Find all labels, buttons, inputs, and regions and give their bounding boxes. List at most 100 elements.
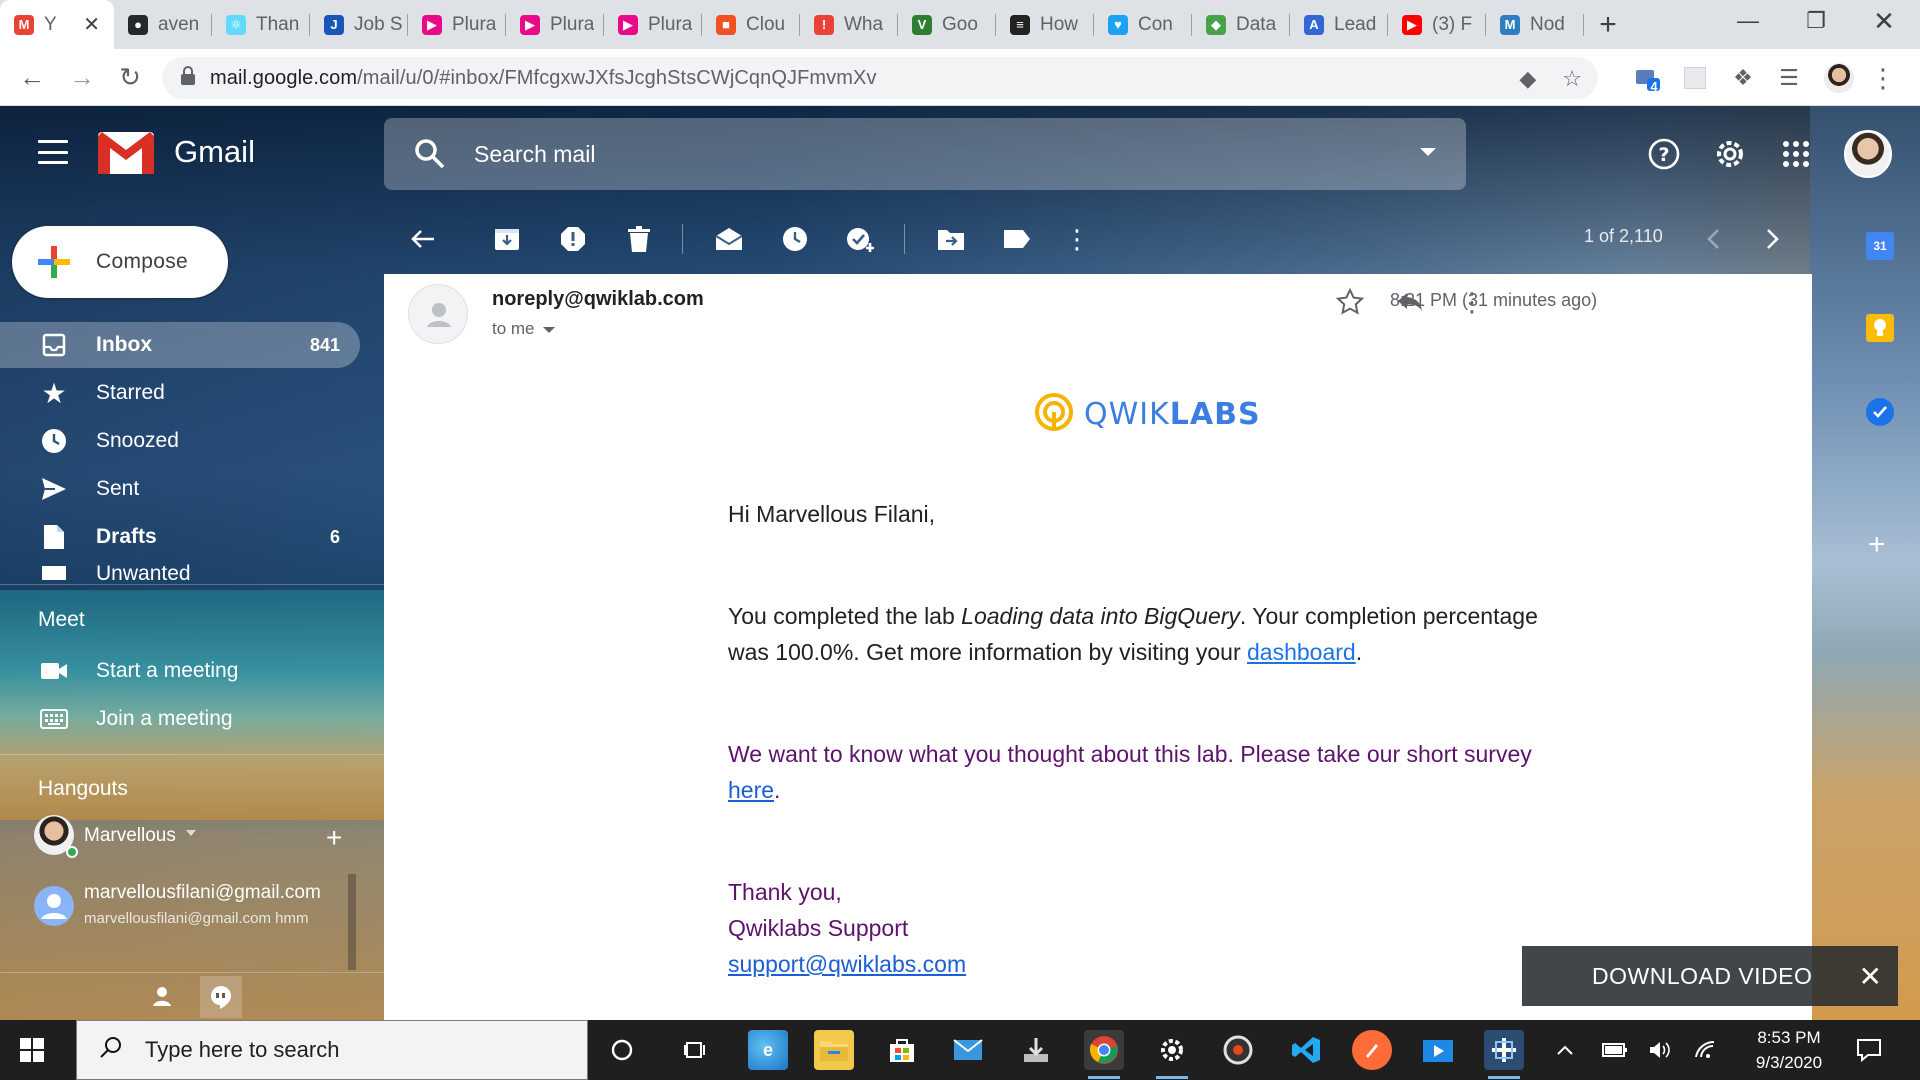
profile-avatar[interactable] — [1822, 61, 1856, 95]
browser-tab[interactable]: ▶ Plura — [604, 0, 702, 49]
browser-tab[interactable]: V Goo — [898, 0, 996, 49]
volume-icon[interactable] — [1648, 1020, 1672, 1080]
sidebar-item-snoozed[interactable]: Snoozed — [0, 418, 360, 464]
settings-gear-taskbar-icon[interactable] — [1152, 1030, 1192, 1079]
new-tab-plus-icon[interactable]: + — [1584, 0, 1632, 49]
browser-tab[interactable]: ! Wha — [800, 0, 898, 49]
close-window-icon[interactable]: ✕ — [1851, 0, 1917, 42]
browser-tab[interactable]: J Job S — [310, 0, 408, 49]
delete-trash-icon[interactable] — [622, 222, 656, 256]
download-video-overlay[interactable]: DOWNLOAD VIDEO ✕ — [1522, 946, 1898, 1006]
settings-gear-icon[interactable] — [1710, 134, 1750, 174]
action-center-notification-icon[interactable] — [1856, 1020, 1882, 1080]
account-avatar[interactable] — [1844, 130, 1892, 178]
edge-browser-icon[interactable]: e — [748, 1030, 788, 1070]
search-icon[interactable] — [412, 136, 448, 172]
search-options-icon[interactable] — [1420, 148, 1436, 156]
forward-icon[interactable]: → — [62, 57, 102, 97]
bookmark-star-icon[interactable]: ☆ — [1562, 66, 1582, 92]
get-addons-plus-icon[interactable]: + — [1868, 528, 1886, 562]
new-conversation-plus-icon[interactable]: + — [326, 822, 342, 854]
minimize-icon[interactable]: — — [1715, 0, 1781, 42]
sidebar-item-drafts[interactable]: Drafts 6 — [0, 514, 360, 560]
hangouts-user-name[interactable]: Marvellous — [84, 825, 176, 847]
reply-icon[interactable] — [1392, 284, 1428, 320]
contacts-person-icon[interactable] — [150, 984, 178, 1012]
microsoft-store-icon[interactable] — [882, 1030, 922, 1070]
snipping-tool-icon[interactable] — [1484, 1030, 1524, 1079]
hangouts-tab-icon[interactable] — [200, 976, 242, 1018]
calendar-icon[interactable]: 31 — [1866, 232, 1894, 260]
chrome-browser-icon[interactable] — [1084, 1030, 1124, 1079]
star-message-icon[interactable] — [1332, 284, 1368, 320]
file-explorer-icon[interactable] — [814, 1030, 854, 1070]
network-wifi-icon[interactable] — [1694, 1020, 1718, 1080]
browser-menu-icon[interactable]: ⋮ — [1866, 61, 1900, 95]
mark-unread-icon[interactable] — [712, 222, 746, 256]
media-player-icon[interactable] — [1218, 1030, 1258, 1070]
browser-tab-active[interactable]: M Y ✕ — [0, 0, 114, 49]
main-menu-icon[interactable] — [38, 140, 68, 164]
start-meeting-item[interactable]: Start a meeting — [0, 648, 360, 694]
download-video-label[interactable]: DOWNLOAD VIDEO — [1592, 963, 1812, 990]
snooze-clock-icon[interactable] — [778, 222, 812, 256]
archive-icon[interactable] — [490, 222, 524, 256]
compose-button[interactable]: Compose — [12, 226, 228, 298]
cast-icon[interactable]: ◆ — [1519, 66, 1536, 92]
browser-tab[interactable]: ♥ Con — [1094, 0, 1192, 49]
postman-icon[interactable] — [1352, 1030, 1392, 1070]
hangouts-scrollbar[interactable] — [348, 874, 356, 970]
battery-icon[interactable] — [1602, 1020, 1628, 1080]
sidebar-item-starred[interactable]: ★ Starred — [0, 370, 360, 416]
sender-address[interactable]: noreply@qwiklab.com — [492, 288, 704, 311]
address-bar[interactable]: mail.google.com/mail/u/0/#inbox/FMfcgxwJ… — [162, 57, 1598, 99]
sidebar-item-inbox[interactable]: Inbox 841 — [0, 322, 360, 368]
taskbar-clock[interactable]: 8:53 PM 9/3/2020 — [1726, 1025, 1852, 1075]
contact-name[interactable]: marvellousfilani@gmail.com — [84, 882, 346, 904]
close-overlay-icon[interactable]: ✕ — [1859, 960, 1882, 993]
newer-chevron-icon[interactable] — [1696, 222, 1730, 256]
puzzle-icon[interactable]: ❖ — [1726, 61, 1760, 95]
browser-tab[interactable]: A Lead — [1290, 0, 1388, 49]
windows-start-icon[interactable] — [20, 1038, 44, 1067]
browser-tab[interactable]: ≡ How — [996, 0, 1094, 49]
task-view-icon[interactable] — [676, 1030, 716, 1070]
join-meeting-item[interactable]: Join a meeting — [0, 696, 360, 742]
vscode-icon[interactable] — [1286, 1030, 1326, 1070]
recipient-details[interactable]: to me — [492, 319, 555, 339]
survey-link[interactable]: here — [728, 777, 774, 803]
older-chevron-icon[interactable] — [1756, 222, 1790, 256]
back-icon[interactable]: ← — [12, 57, 52, 97]
keep-bulb-icon[interactable] — [1866, 314, 1894, 342]
restore-icon[interactable]: ❐ — [1783, 0, 1849, 42]
add-to-tasks-icon[interactable] — [844, 222, 878, 256]
gmail-title[interactable]: Gmail — [174, 134, 255, 170]
back-to-inbox-icon[interactable] — [406, 222, 440, 256]
tasks-check-icon[interactable] — [1866, 398, 1894, 426]
move-to-icon[interactable] — [934, 222, 968, 256]
dashboard-link[interactable]: dashboard — [1247, 639, 1356, 665]
hangouts-status-caret-icon[interactable] — [186, 830, 196, 836]
label-tag-icon[interactable] — [1000, 222, 1034, 256]
browser-tab[interactable]: ▶ Plura — [506, 0, 604, 49]
search-mail-bar[interactable]: Search mail — [384, 118, 1466, 190]
media-queue-icon[interactable]: ☰ — [1772, 61, 1806, 95]
extension-blank-icon[interactable] — [1678, 61, 1712, 95]
reload-icon[interactable]: ↻ — [110, 57, 150, 97]
gmail-logo-icon[interactable] — [98, 132, 154, 174]
support-email-link[interactable]: support@qwiklabs.com — [728, 951, 966, 977]
more-options-icon[interactable]: ⋮ — [1060, 222, 1094, 256]
show-details-caret-icon[interactable] — [542, 326, 555, 333]
close-tab-icon[interactable]: ✕ — [83, 12, 100, 37]
contact-avatar-icon[interactable] — [34, 886, 74, 926]
browser-tab[interactable]: ⚛ Than — [212, 0, 310, 49]
sidebar-item-unwanted[interactable]: Unwanted — [0, 562, 360, 582]
video-player-icon[interactable] — [1418, 1030, 1458, 1070]
taskbar-search-box[interactable]: Type here to search — [76, 1020, 588, 1080]
browser-tab[interactable]: ● aven — [114, 0, 212, 49]
cortana-icon[interactable] — [602, 1030, 642, 1070]
help-icon[interactable]: ? — [1644, 134, 1684, 174]
browser-tab[interactable]: ■ Clou — [702, 0, 800, 49]
mail-app-icon[interactable] — [948, 1030, 988, 1070]
downloads-icon[interactable] — [1016, 1030, 1056, 1070]
